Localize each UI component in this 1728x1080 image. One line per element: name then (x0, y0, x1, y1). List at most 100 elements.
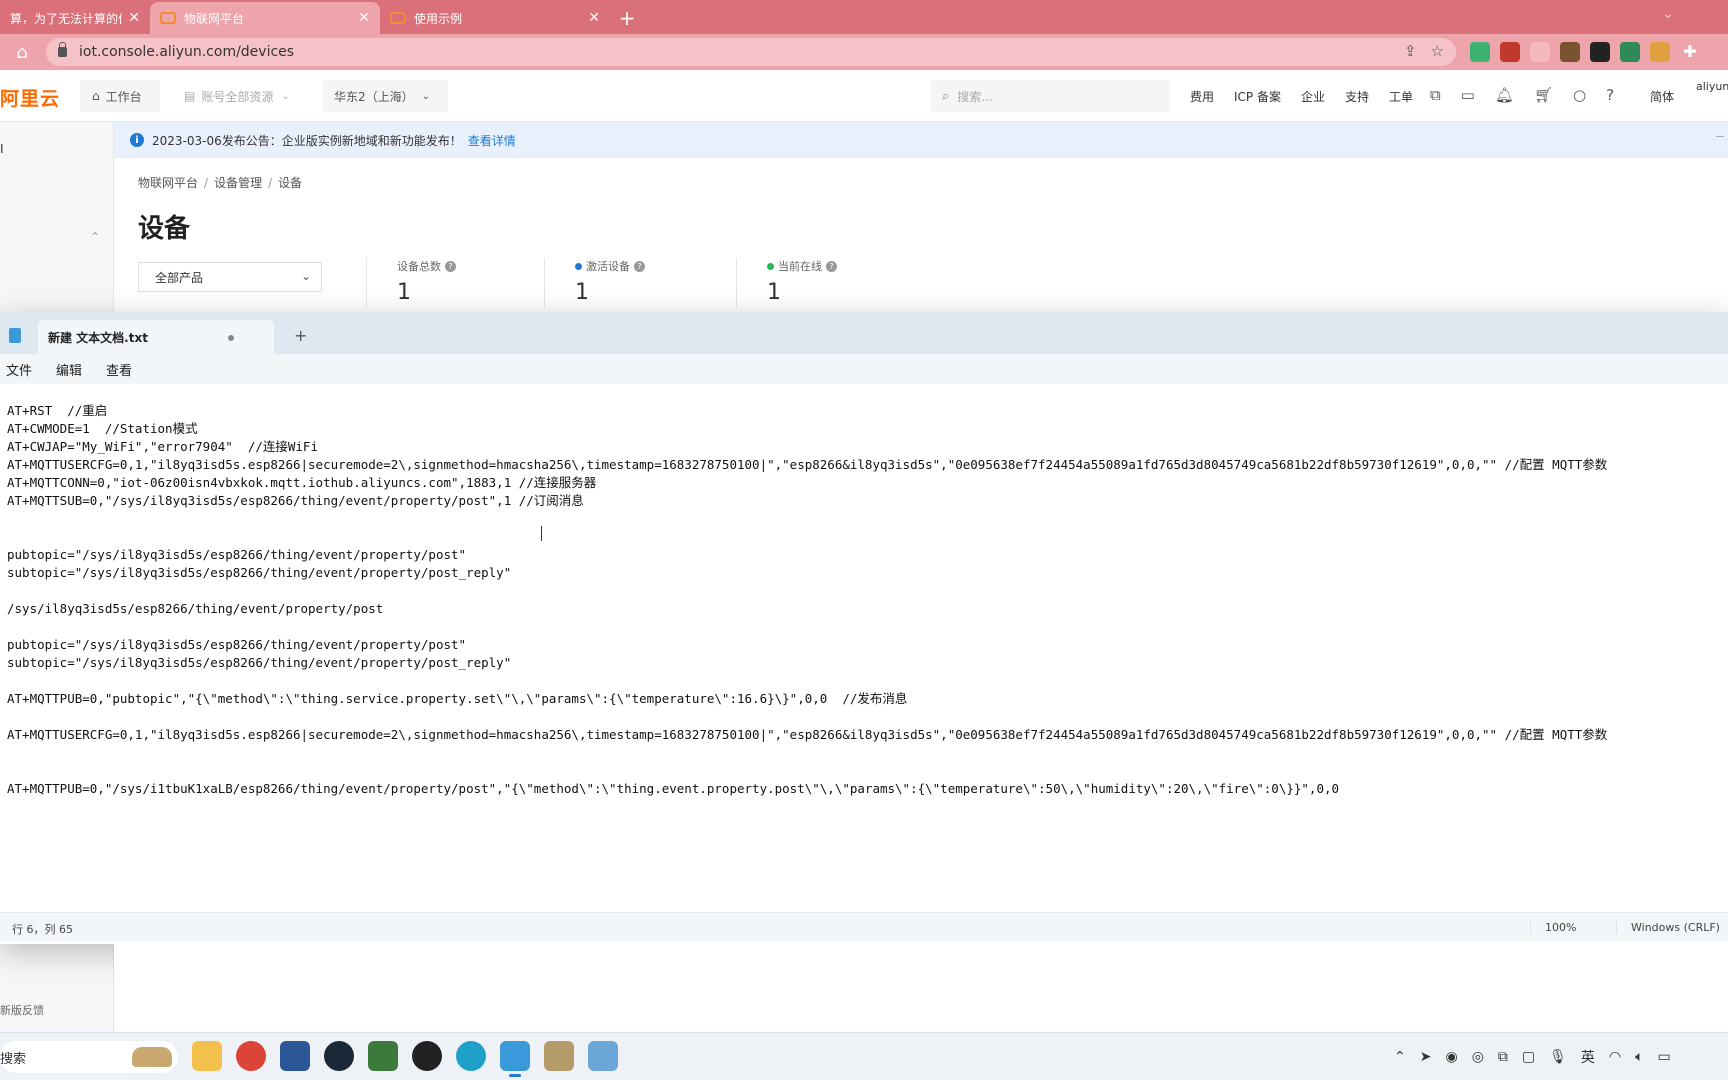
unsaved-indicator-icon[interactable] (228, 335, 234, 341)
photos-icon[interactable] (588, 1041, 618, 1071)
header-link-icp[interactable]: ICP 备案 (1234, 88, 1281, 105)
console-search-input[interactable]: ⌕ 搜索... (930, 80, 1170, 112)
volume-icon[interactable]: 🔈︎ (1635, 1049, 1643, 1065)
text-line[interactable]: AT+MQTTSUB=0,"/sys/il8yq3isd5s/esp8266/t… (7, 492, 1725, 510)
aliyun-logo[interactable]: 阿里云 (0, 84, 60, 111)
app-icon[interactable]: ⧉ (1430, 86, 1441, 104)
share-icon[interactable]: ⇪ (1404, 42, 1417, 60)
close-icon[interactable]: ✕ (588, 10, 600, 26)
cart-icon[interactable]: 🛒︎ (1534, 86, 1553, 104)
header-link-ticket[interactable]: 工单 (1389, 88, 1413, 105)
text-line[interactable]: subtopic="/sys/il8yq3isd5s/esp8266/thing… (7, 564, 1725, 582)
puzzle-icon[interactable]: ✚ (1680, 42, 1700, 62)
region-dropdown[interactable]: 华东2（上海） ⌄ (322, 80, 448, 112)
close-icon[interactable]: ✕ (128, 10, 140, 26)
microphone-icon[interactable]: 🎙︎ (1549, 1049, 1567, 1065)
notepad-text-area[interactable]: AT+RST //重启 AT+CWMODE=1 //Station模式 AT+CWJ… (0, 384, 1728, 900)
chevron-up-icon[interactable]: ⌃ (90, 230, 100, 244)
bell-icon[interactable]: 🔔︎ (1495, 86, 1514, 104)
text-line[interactable]: AT+MQTTUSERCFG=0,1,"il8yq3isd5s.esp8266|… (7, 456, 1725, 474)
text-line[interactable] (7, 708, 1725, 726)
text-line[interactable]: AT+MQTTUSERCFG=0,1,"il8yq3isd5s.esp8266|… (7, 726, 1725, 744)
wifi-icon[interactable]: ◠ (1609, 1049, 1621, 1065)
notepad-tab[interactable]: 新建 文本文档.txt (38, 320, 274, 354)
feedback-link[interactable]: 新版反馈 (0, 1002, 44, 1018)
calendar-extension-icon[interactable] (1500, 42, 1520, 62)
text-line[interactable]: AT+MQTTPUB=0,"/sys/i1tbuK1xaLB/esp8266/t… (7, 780, 1725, 798)
home-icon[interactable]: ⌂ (0, 42, 44, 63)
text-line[interactable] (7, 384, 1725, 402)
announcement-details-link[interactable]: 查看详情 (468, 132, 516, 149)
browser-tab-active[interactable]: 物联网平台 ✕ (150, 2, 380, 34)
steam-tray-icon[interactable]: ◎ (1472, 1049, 1484, 1065)
text-line[interactable] (7, 582, 1725, 600)
notepad-icon[interactable] (500, 1041, 530, 1077)
lightbulb-icon[interactable]: ○ (1573, 86, 1586, 104)
text-line[interactable] (7, 528, 1725, 546)
word-icon[interactable] (280, 1041, 310, 1071)
text-line[interactable]: subtopic="/sys/il8yq3isd5s/esp8266/thing… (7, 654, 1725, 672)
text-line[interactable] (7, 762, 1725, 780)
browser-tab[interactable]: 使用示例 ✕ (380, 2, 610, 34)
help-icon[interactable]: ? (445, 260, 456, 272)
shield-extension-icon[interactable] (1470, 42, 1490, 62)
text-line[interactable]: AT+MQTTCONN=0,"iot-06z00isn4vbxkok.mqtt.… (7, 474, 1725, 492)
header-link-support[interactable]: 支持 (1345, 88, 1369, 105)
blank-extension-icon[interactable] (1530, 42, 1550, 62)
text-line[interactable]: pubtopic="/sys/il8yq3isd5s/esp8266/thing… (7, 546, 1725, 564)
account-scope-dropdown[interactable]: ▤ 账号全部资源 ⌄ (172, 80, 310, 112)
archive-icon[interactable] (544, 1041, 574, 1071)
terminal-icon[interactable]: ▭ (1461, 86, 1475, 104)
notepad-new-tab-button[interactable]: + (294, 326, 307, 345)
ghost-extension-icon[interactable] (1590, 42, 1610, 62)
text-line[interactable]: pubtopic="/sys/il8yq3isd5s/esp8266/thing… (7, 636, 1725, 654)
star-icon[interactable]: ☆ (1431, 42, 1444, 60)
product-filter-select[interactable]: 全部产品 ⌄ (138, 262, 322, 292)
chevron-up-icon[interactable]: ⌃ (1394, 1049, 1406, 1065)
display-icon[interactable]: ▢ (1522, 1049, 1535, 1065)
header-link-enterprise[interactable]: 企业 (1301, 88, 1325, 105)
menu-edit[interactable]: 编辑 (56, 360, 82, 379)
reader-extension-icon[interactable] (1560, 42, 1580, 62)
user-account[interactable]: aliyun (1696, 80, 1728, 93)
chrome-icon[interactable] (236, 1041, 266, 1071)
url-bar[interactable]: iot.console.aliyun.com/devices ⇪ ☆ (46, 38, 1456, 66)
new-tab-button[interactable]: + (610, 2, 644, 34)
text-line[interactable] (7, 618, 1725, 636)
cookie-extension-icon[interactable] (1650, 42, 1670, 62)
gamepad-icon[interactable]: ◉ (1445, 1049, 1457, 1065)
sidebar-item[interactable]: I (0, 142, 4, 156)
help-icon[interactable]: ? (634, 260, 645, 272)
minimize-icon[interactable] (1716, 136, 1724, 137)
app-m-icon[interactable] (368, 1041, 398, 1071)
text-line[interactable] (7, 672, 1725, 690)
network-app-icon[interactable]: ⧉ (1498, 1049, 1508, 1065)
leaf-extension-icon[interactable] (1620, 42, 1640, 62)
header-link-fees[interactable]: 费用 (1190, 88, 1214, 105)
text-line[interactable]: AT+MQTTPUB=0,"pubtopic","{\"method\":\"t… (7, 690, 1725, 708)
pointer-icon[interactable]: ➤ (1420, 1049, 1432, 1065)
menu-file[interactable]: 文件 (6, 360, 32, 379)
help-icon[interactable]: ? (826, 260, 837, 272)
text-line[interactable] (7, 510, 1725, 528)
text-line[interactable]: AT+CWMODE=1 //Station模式 (7, 420, 1725, 438)
chevron-down-icon[interactable]: ⌄ (1662, 6, 1674, 22)
breadcrumb-item[interactable]: 设备管理 (214, 176, 262, 190)
battery-icon[interactable]: ▭ (1658, 1049, 1671, 1065)
text-line[interactable] (7, 744, 1725, 762)
steam-icon[interactable] (324, 1041, 354, 1071)
workbench-button[interactable]: ⌂ 工作台 (80, 80, 160, 112)
language-switch[interactable]: 简体 (1650, 88, 1674, 105)
ime-indicator[interactable]: 英 (1581, 1047, 1595, 1067)
close-icon[interactable]: ✕ (358, 10, 370, 26)
file-explorer-icon[interactable] (192, 1041, 222, 1071)
taskbar-search[interactable]: 搜索 (0, 1041, 178, 1073)
text-line[interactable]: AT+CWJAP="My_WiFi","error7904" //连接WiFi (7, 438, 1725, 456)
text-line[interactable]: /sys/il8yq3isd5s/esp8266/thing/event/pro… (7, 600, 1725, 618)
help-icon[interactable]: ? (1606, 86, 1614, 104)
breadcrumb-item[interactable]: 物联网平台 (138, 176, 198, 190)
menu-view[interactable]: 查看 (106, 360, 132, 379)
edge-icon[interactable] (456, 1041, 486, 1071)
text-line[interactable]: AT+RST //重启 (7, 402, 1725, 420)
davinci-icon[interactable] (412, 1041, 442, 1071)
